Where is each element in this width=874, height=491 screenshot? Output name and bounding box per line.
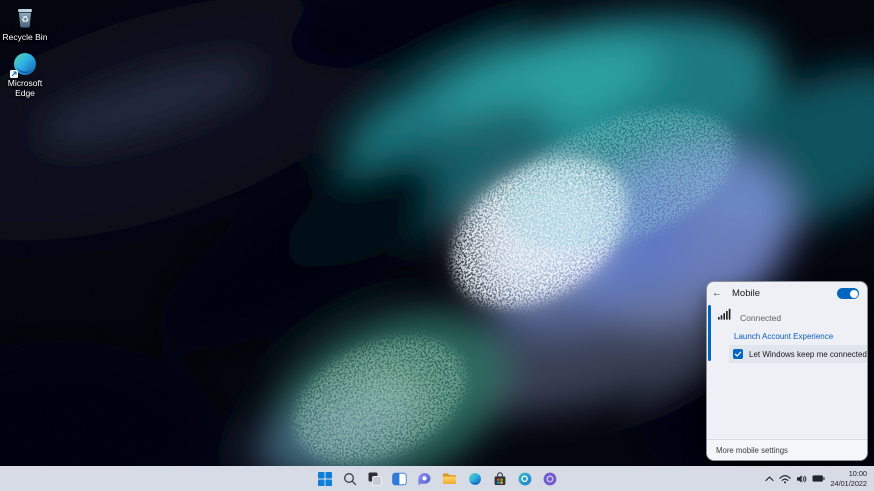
system-tray: 10:00 24/01/2022: [765, 466, 874, 491]
accent-bar: [708, 305, 711, 361]
flyout-title: Mobile: [732, 288, 760, 299]
cortana-icon: [518, 472, 532, 486]
mobile-toggle[interactable]: [837, 288, 859, 299]
desktop-icon-microsoft-edge[interactable]: Microsoft Edge: [0, 51, 50, 99]
task-view-button[interactable]: [365, 468, 384, 489]
svg-text:♻: ♻: [21, 16, 29, 26]
keep-connected-row[interactable]: Let Windows keep me connected: [729, 345, 867, 363]
file-explorer-button[interactable]: [440, 468, 459, 489]
desktop-icon-label: Recycle Bin: [3, 33, 48, 43]
taskbar-center-icons: [315, 466, 559, 491]
tray-chevron-up[interactable]: [765, 475, 774, 483]
keep-connected-checkbox[interactable]: [733, 349, 743, 359]
store-icon: [493, 472, 507, 486]
flyout-header: ← Mobile: [707, 282, 867, 304]
connection-status: Connected: [740, 313, 781, 323]
shortcut-arrow-badge: [10, 70, 18, 78]
windows-logo-icon: [318, 472, 332, 486]
clock-date: 24/01/2022: [830, 479, 867, 488]
chevron-up-icon: [765, 475, 774, 483]
desktop-icon-recycle-bin[interactable]: ♻ Recycle Bin: [0, 5, 50, 43]
app-circle-button[interactable]: [540, 468, 559, 489]
desktop-icon-label: Microsoft Edge: [1, 79, 49, 99]
wifi-icon: [779, 474, 791, 484]
tray-network[interactable]: [779, 474, 791, 484]
edge-icon: [468, 472, 482, 486]
chat-icon: [417, 472, 432, 486]
launch-account-experience-link[interactable]: Launch Account Experience: [734, 332, 833, 341]
more-mobile-settings-label: More mobile settings: [716, 446, 788, 455]
tray-volume[interactable]: [796, 474, 807, 484]
taskbar: 10:00 24/01/2022: [0, 466, 874, 491]
edge-icon: [12, 51, 38, 77]
search-button[interactable]: [340, 468, 359, 489]
search-icon: [343, 472, 357, 486]
recycle-bin-icon: ♻: [12, 5, 38, 31]
edge-button[interactable]: [465, 468, 484, 489]
task-view-icon: [368, 472, 382, 486]
widgets-icon: [392, 472, 407, 486]
start-button[interactable]: [315, 468, 334, 489]
cortana-button[interactable]: [515, 468, 534, 489]
store-button[interactable]: [490, 468, 509, 489]
speaker-icon: [796, 474, 807, 484]
app-circle-icon: [543, 472, 557, 486]
more-mobile-settings[interactable]: More mobile settings: [707, 439, 867, 460]
checkmark-icon: [734, 350, 742, 358]
cellular-signal-icon: [718, 307, 731, 319]
widgets-button[interactable]: [390, 468, 409, 489]
file-explorer-icon: [442, 472, 457, 485]
mobile-flyout-panel: ← Mobile Connected Launch Account Experi…: [706, 281, 868, 461]
back-button[interactable]: ←: [707, 288, 727, 299]
tray-battery[interactable]: [812, 474, 825, 483]
chat-button[interactable]: [415, 468, 434, 489]
toggle-knob: [850, 290, 858, 298]
battery-icon: [812, 474, 825, 483]
clock-time: 10:00: [849, 469, 867, 478]
keep-connected-label: Let Windows keep me connected: [749, 350, 867, 359]
taskbar-clock[interactable]: 10:00 24/01/2022: [830, 469, 867, 488]
